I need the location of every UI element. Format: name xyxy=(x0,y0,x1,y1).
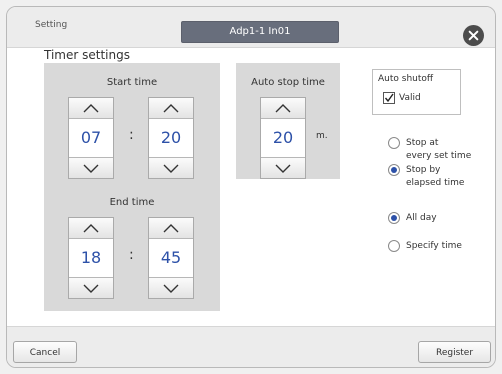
auto-shutoff-box: Auto shutoff Valid xyxy=(372,69,461,115)
register-button[interactable]: Register xyxy=(418,341,491,363)
start-time-label: Start time xyxy=(106,77,158,88)
chevron-up-icon xyxy=(83,103,99,112)
cancel-button[interactable]: Cancel xyxy=(13,341,77,363)
end-hour-value: 18 xyxy=(80,248,102,267)
chevron-down-icon xyxy=(83,284,99,293)
radio-specify-time[interactable] xyxy=(388,240,400,252)
close-button[interactable] xyxy=(463,25,484,46)
bottom-bar: Cancel Register xyxy=(7,326,495,367)
auto-stop-panel: Auto stop time 20 m. xyxy=(236,63,340,179)
valid-label: Valid xyxy=(399,93,421,103)
end-minute-up-button[interactable] xyxy=(149,218,193,239)
auto-stop-unit: m. xyxy=(316,131,328,141)
chevron-up-icon xyxy=(163,103,179,112)
auto-stop-spinner: 20 xyxy=(260,97,306,179)
end-hour-up-button[interactable] xyxy=(69,218,113,239)
valid-checkbox[interactable] xyxy=(383,92,395,104)
all-day-label: All day xyxy=(406,213,437,223)
auto-stop-up-button[interactable] xyxy=(261,98,305,119)
device-name-tab: Adp1-1 In01 xyxy=(181,21,339,43)
end-time-separator: : xyxy=(129,247,134,263)
specify-time-label: Specify time xyxy=(406,241,462,251)
start-hour-up-button[interactable] xyxy=(69,98,113,119)
start-minute-value: 20 xyxy=(160,128,182,147)
radio-stop-at-every-set-time[interactable] xyxy=(388,137,400,149)
chevron-down-icon xyxy=(275,164,291,173)
start-minute-spinner: 20 xyxy=(148,97,194,179)
stop-at-label-line1: Stop at xyxy=(406,138,439,148)
chevron-up-icon xyxy=(275,103,291,112)
stop-by-label-line1: Stop by xyxy=(406,165,441,175)
end-hour-down-button[interactable] xyxy=(69,277,113,298)
timer-settings-title: Timer settings xyxy=(44,48,130,62)
radio-all-day[interactable] xyxy=(388,212,400,224)
chevron-down-icon xyxy=(163,164,179,173)
auto-shutoff-title: Auto shutoff xyxy=(378,74,434,84)
end-time-label: End time xyxy=(109,197,155,208)
end-minute-down-button[interactable] xyxy=(149,277,193,298)
end-hour-spinner: 18 xyxy=(68,217,114,299)
start-time-separator: : xyxy=(129,127,134,143)
end-minute-spinner: 45 xyxy=(148,217,194,299)
chevron-up-icon xyxy=(83,223,99,232)
start-hour-value: 07 xyxy=(80,128,102,147)
auto-stop-label: Auto stop time xyxy=(251,77,325,88)
chevron-down-icon xyxy=(163,284,179,293)
stop-at-label-line2: every set time xyxy=(406,151,472,161)
start-minute-up-button[interactable] xyxy=(149,98,193,119)
stop-by-label-line2: elapsed time xyxy=(406,178,465,188)
auto-stop-value: 20 xyxy=(272,128,294,147)
start-hour-down-button[interactable] xyxy=(69,157,113,178)
start-hour-spinner: 07 xyxy=(68,97,114,179)
checkmark-icon xyxy=(384,93,394,103)
chevron-up-icon xyxy=(163,223,179,232)
end-minute-value: 45 xyxy=(160,248,182,267)
close-icon xyxy=(468,30,479,41)
auto-stop-down-button[interactable] xyxy=(261,157,305,178)
chevron-down-icon xyxy=(83,164,99,173)
title-bar: Setting Adp1-1 In01 xyxy=(7,7,495,48)
radio-stop-by-elapsed-time[interactable] xyxy=(388,164,400,176)
setting-label: Setting xyxy=(35,20,68,30)
start-minute-down-button[interactable] xyxy=(149,157,193,178)
timer-panel: Start time 07 : 20 End time 18 : 45 xyxy=(44,63,220,311)
